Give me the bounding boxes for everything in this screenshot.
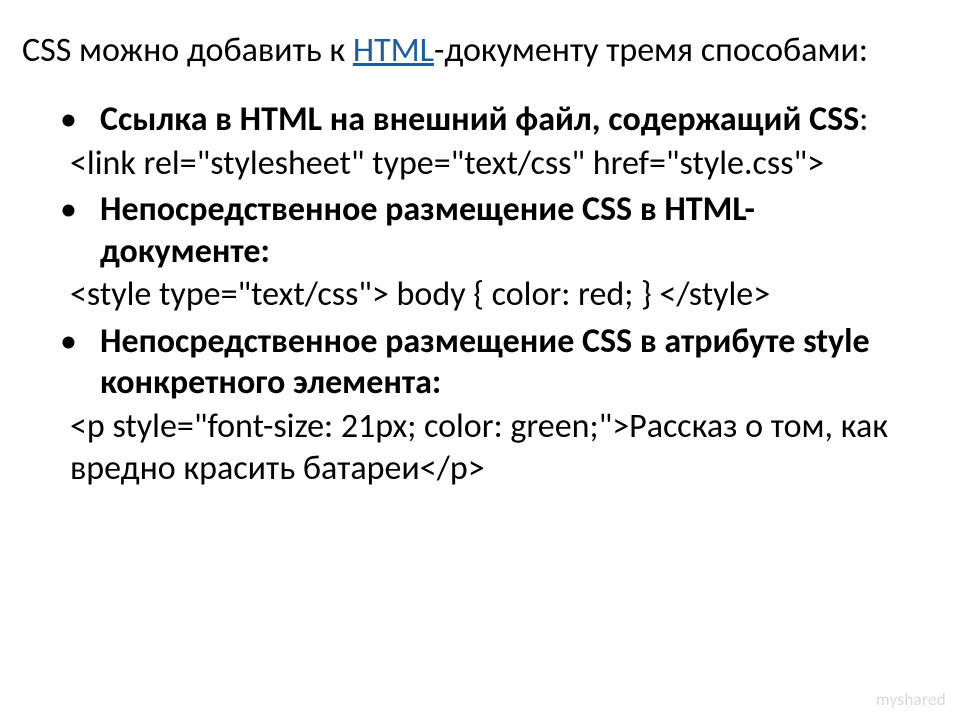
slide: CSS можно добавить к HTML-документу трем… <box>0 0 960 720</box>
bullet-2: Непосредственное размещение CSS в HTML-д… <box>22 189 920 272</box>
intro-paragraph: CSS можно добавить к HTML-документу трем… <box>22 30 920 71</box>
bullet-list: Ссылка в HTML на внешний файл, содержащи… <box>22 99 920 490</box>
bullet-2-code: <style type="text/css"> body { color: re… <box>22 274 920 317</box>
bullet-1: Ссылка в HTML на внешний файл, содержащи… <box>22 99 920 140</box>
bullet-1-text: Ссылка в HTML на внешний файл, содержащи… <box>100 99 859 140</box>
watermark: myshared <box>876 689 946 710</box>
bullet-3-code: <p style="font-size: 21px; color: green;… <box>22 406 920 491</box>
intro-suffix: -документу тремя способами: <box>434 30 868 71</box>
bullet-1-code: <link rel="stylesheet" type="text/css" h… <box>22 143 920 186</box>
intro-prefix: CSS можно добавить к <box>22 30 353 71</box>
bullet-3: Непосредственное размещение CSS в атрибу… <box>22 321 920 404</box>
html-link[interactable]: HTML <box>353 30 434 71</box>
